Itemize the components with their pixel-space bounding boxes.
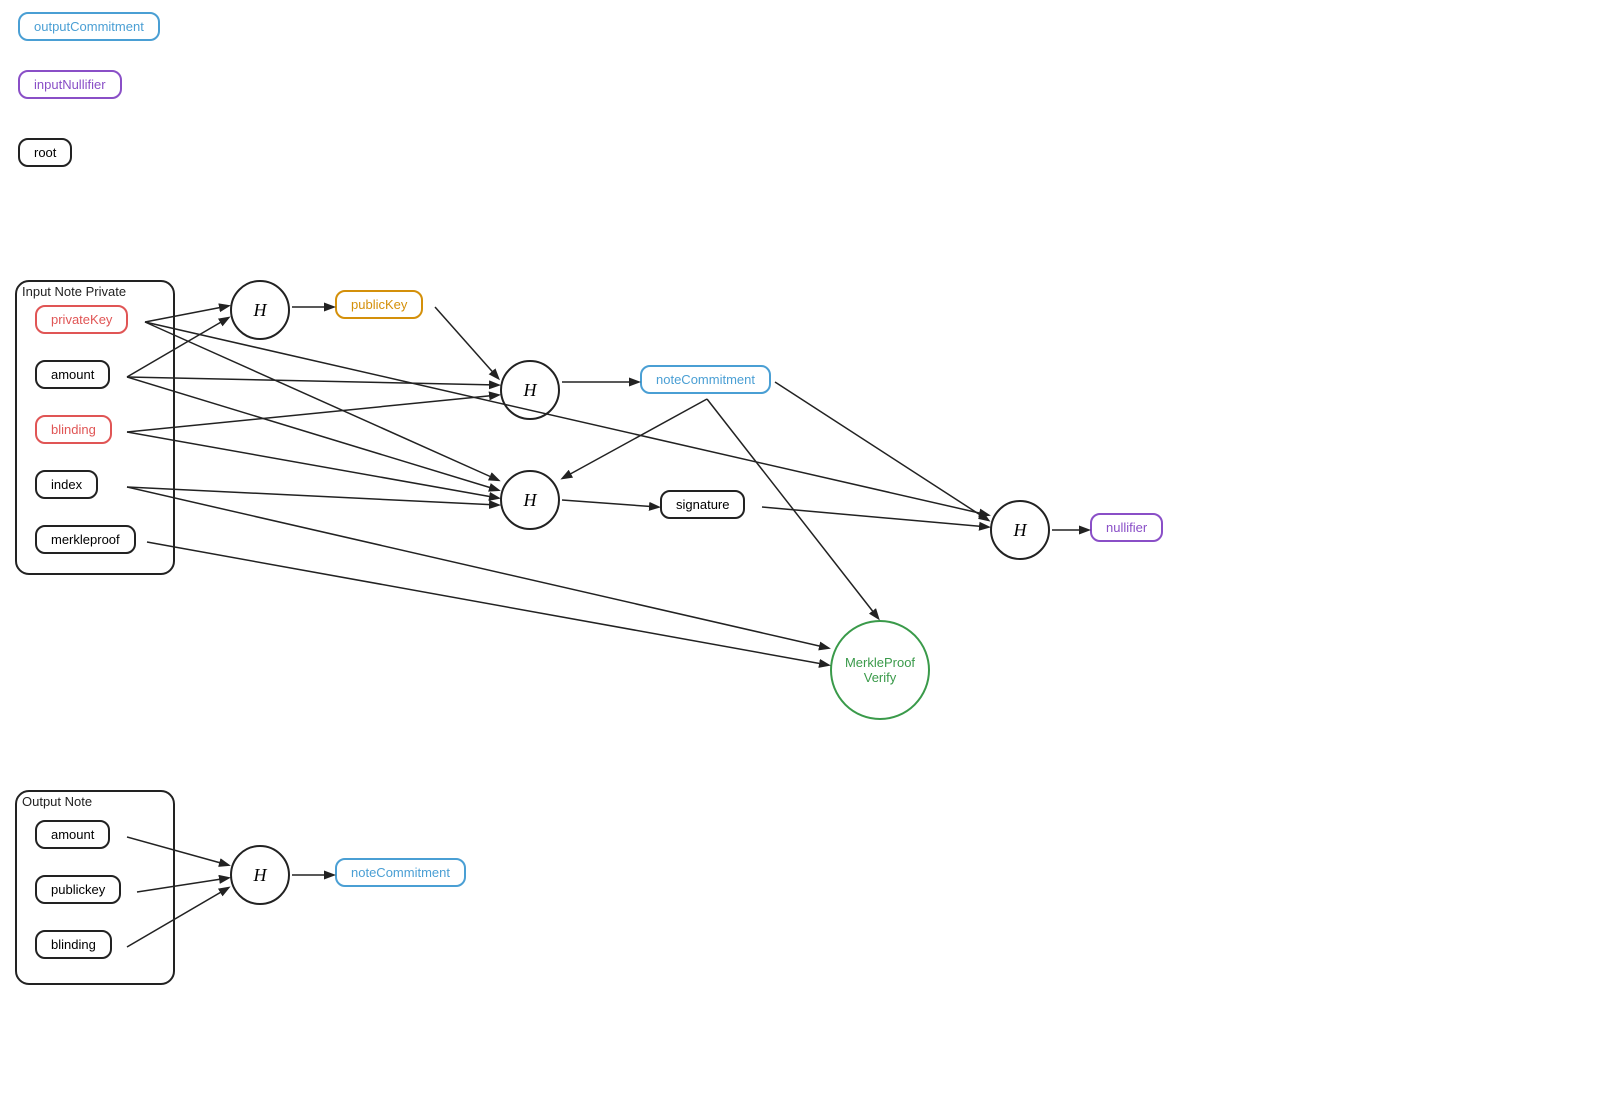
amount-in-box: amount xyxy=(35,360,110,389)
blinding-in-box: blinding xyxy=(35,415,112,444)
output-commitment-node: outputCommitment xyxy=(18,12,160,41)
publickey-out-node: publickey xyxy=(35,875,121,904)
nullifier-node: nullifier xyxy=(1090,513,1163,542)
private-key-node: privateKey xyxy=(35,305,128,334)
note-commitment-in-node: noteCommitment xyxy=(640,365,771,394)
h3-node: H xyxy=(500,470,560,530)
merkleproof-box: merkleproof xyxy=(35,525,136,554)
h5-node: H xyxy=(230,845,290,905)
publickey-out-box: publickey xyxy=(35,875,121,904)
input-note-private-label: Input Note Private xyxy=(22,284,126,299)
amount-out-node: amount xyxy=(35,820,110,849)
nullifier-box: nullifier xyxy=(1090,513,1163,542)
merkleproof-node: merkleproof xyxy=(35,525,136,554)
h5-circle: H xyxy=(230,845,290,905)
signature-box: signature xyxy=(660,490,745,519)
input-nullifier-node: inputNullifier xyxy=(18,70,122,99)
amount-out-box: amount xyxy=(35,820,110,849)
root-node: root xyxy=(18,138,72,167)
note-commitment-out-box: noteCommitment xyxy=(335,858,466,887)
public-key-box: publicKey xyxy=(335,290,423,319)
index-node: index xyxy=(35,470,98,499)
h3-circle: H xyxy=(500,470,560,530)
note-commitment-in-box: noteCommitment xyxy=(640,365,771,394)
input-nullifier-box: inputNullifier xyxy=(18,70,122,99)
blinding-out-node: blinding xyxy=(35,930,112,959)
note-commitment-out-node: noteCommitment xyxy=(335,858,466,887)
private-key-box: privateKey xyxy=(35,305,128,334)
h4-node: H xyxy=(990,500,1050,560)
output-commitment-box: outputCommitment xyxy=(18,12,160,41)
h2-circle: H xyxy=(500,360,560,420)
root-box: root xyxy=(18,138,72,167)
h1-node: H xyxy=(230,280,290,340)
h2-node: H xyxy=(500,360,560,420)
merkle-verify-node: MerkleProofVerify xyxy=(830,620,930,720)
output-note-label: Output Note xyxy=(22,794,92,809)
blinding-in-node: blinding xyxy=(35,415,112,444)
arrows-svg xyxy=(0,0,1600,1120)
merkle-verify-circle: MerkleProofVerify xyxy=(830,620,930,720)
diagram: Input Note Private Output Note outputCom… xyxy=(0,0,1600,1120)
h4-circle: H xyxy=(990,500,1050,560)
signature-node: signature xyxy=(660,490,745,519)
h1-circle: H xyxy=(230,280,290,340)
amount-in-node: amount xyxy=(35,360,110,389)
blinding-out-box: blinding xyxy=(35,930,112,959)
index-box: index xyxy=(35,470,98,499)
public-key-node: publicKey xyxy=(335,290,423,319)
